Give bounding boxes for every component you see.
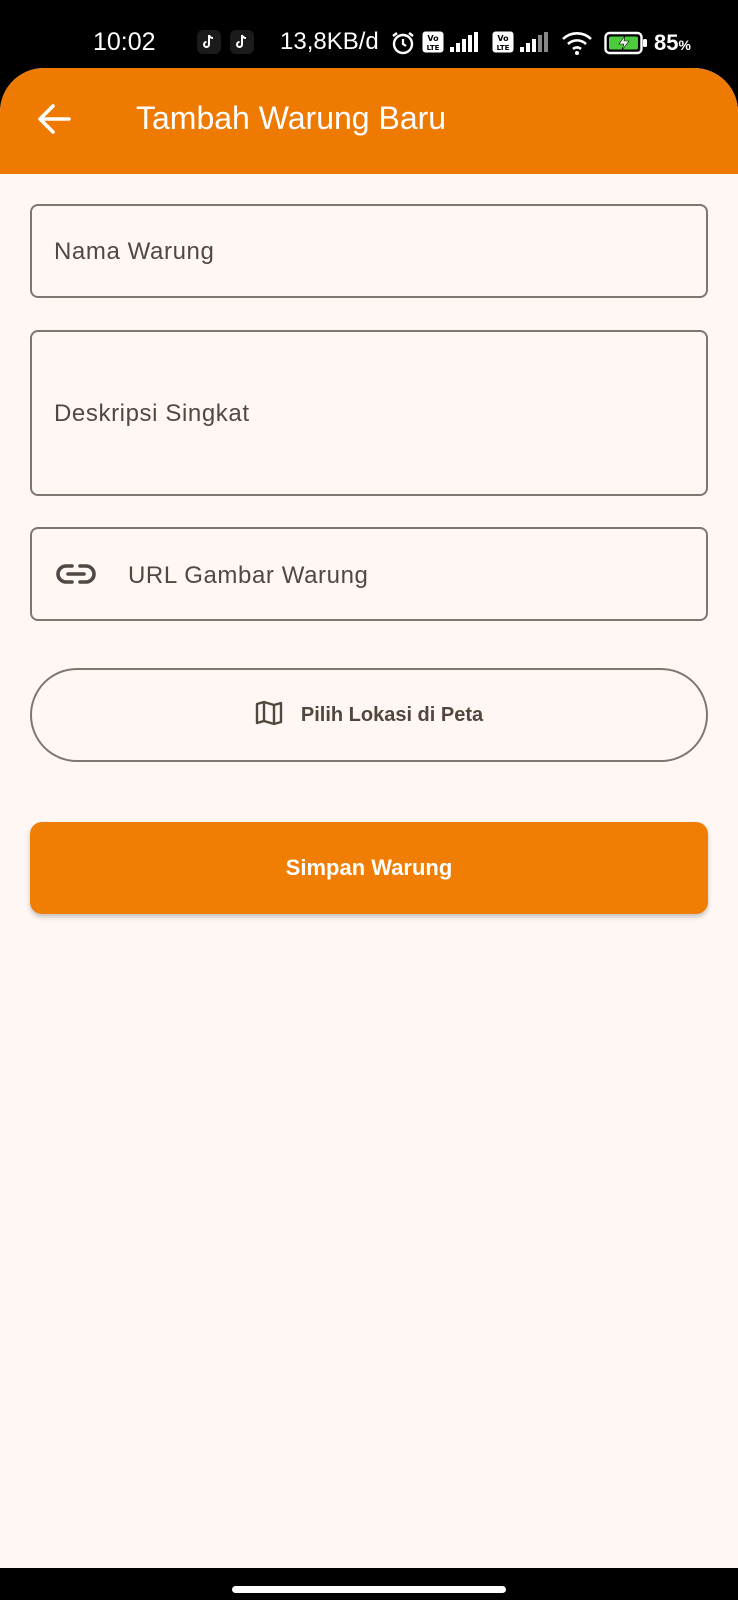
back-button[interactable] (28, 95, 80, 147)
signal-icon (520, 32, 550, 57)
battery-percent: 85% (654, 30, 691, 55)
description-field[interactable]: Deskripsi Singkat (30, 330, 708, 496)
pick-location-label: Pilih Lokasi di Peta (300, 703, 484, 726)
svg-text:LTE: LTE (427, 44, 440, 52)
status-time: 10:02 (93, 28, 156, 56)
battery-charging-icon (604, 31, 648, 60)
link-icon (56, 561, 96, 592)
arrow-back-icon (37, 103, 71, 140)
image-url-field[interactable]: URL Gambar Warung (30, 527, 708, 621)
network-speed: 13,8KB/d (280, 28, 379, 55)
app-bar: Tambah Warung Baru (0, 68, 738, 174)
name-field-placeholder: Nama Warung (54, 238, 215, 265)
save-button[interactable]: Simpan Warung (30, 822, 708, 914)
map-icon (255, 700, 283, 731)
app-screen: Tambah Warung Baru Nama Warung Deskripsi… (0, 68, 738, 1578)
tiktok-icon (230, 30, 254, 54)
save-button-label: Simpan Warung (285, 855, 453, 880)
tiktok-icon (197, 30, 221, 54)
name-field[interactable]: Nama Warung (30, 204, 708, 298)
pick-location-button[interactable]: Pilih Lokasi di Peta (30, 668, 708, 762)
description-field-placeholder: Deskripsi Singkat (54, 400, 250, 427)
svg-text:Vo: Vo (427, 34, 439, 43)
signal-icon (450, 32, 480, 57)
volte-icon: Vo LTE (422, 31, 444, 58)
navigation-bar (0, 1568, 738, 1600)
wifi-icon (561, 31, 593, 60)
image-url-placeholder: URL Gambar Warung (128, 562, 369, 589)
alarm-icon (390, 30, 416, 61)
page-title: Tambah Warung Baru (136, 100, 447, 136)
svg-text:Vo: Vo (497, 34, 509, 43)
svg-text:LTE: LTE (497, 44, 510, 52)
home-indicator[interactable] (232, 1586, 506, 1593)
volte-icon: Vo LTE (492, 31, 514, 58)
